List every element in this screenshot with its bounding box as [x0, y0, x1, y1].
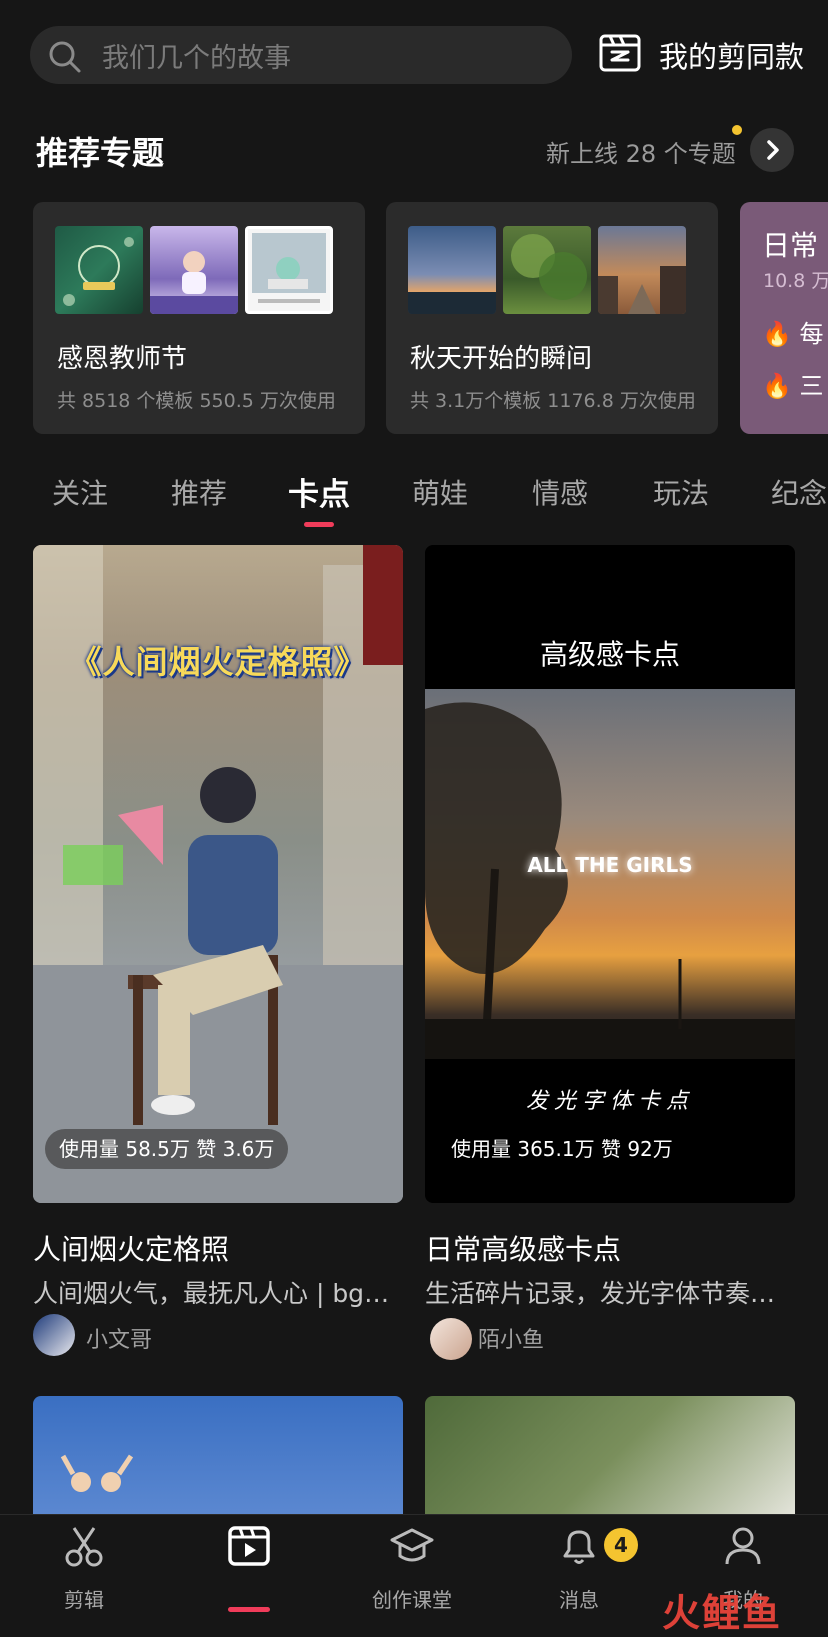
tab-kids[interactable]: 萌娃	[412, 472, 468, 512]
topic-card[interactable]: 感恩教师节 共 8518 个模板 550.5 万次使用	[33, 202, 365, 434]
usage-stats: 使用量 58.5万 赞 3.6万	[45, 1129, 289, 1169]
template-description: 人间烟火气，最抚凡人心 | bgm...	[33, 1279, 403, 1308]
hot-row: 🔥 三	[762, 366, 824, 401]
nav-label: 消息	[559, 1588, 599, 1612]
author-name[interactable]: 陌小鱼	[478, 1322, 544, 1354]
usage-stats: 使用量 365.1万 赞 92万	[451, 1137, 673, 1161]
preview-header-text: 高级感卡点	[539, 638, 680, 671]
topic-stats: 共 8518 个模板 550.5 万次使用	[57, 390, 336, 412]
hot-row-text: 三	[799, 372, 824, 400]
topic-stats: 10.8 万	[763, 270, 828, 292]
tab-emotion[interactable]: 情感	[532, 472, 588, 512]
nav-item-templates[interactable]	[227, 1524, 271, 1572]
avatar[interactable]	[430, 1318, 472, 1360]
tab-follow[interactable]: 关注	[52, 472, 108, 512]
search-input[interactable]: 我们几个的故事	[102, 36, 291, 75]
template-preview[interactable]	[425, 1396, 795, 1526]
topic-thumbnail	[408, 226, 496, 314]
watermark-logo: 火鲤鱼	[662, 1591, 783, 1635]
my-templates-button[interactable]: 我的剪同款	[659, 34, 804, 76]
scissors-icon	[65, 1527, 103, 1567]
topic-thumbnail	[503, 226, 591, 314]
section-title: 推荐专题	[36, 134, 165, 172]
search-icon	[49, 41, 81, 73]
active-tab-indicator	[304, 522, 334, 527]
topic-name: 感恩教师节	[57, 344, 188, 374]
nav-item-edit[interactable]	[62, 1524, 106, 1572]
template-play-icon	[228, 1526, 270, 1566]
fire-icon: 🔥	[762, 320, 792, 348]
hot-row-text: 每	[799, 320, 824, 348]
clapperboard-icon[interactable]	[598, 30, 642, 74]
fire-icon: 🔥	[762, 372, 792, 400]
tab-gameplay[interactable]: 玩法	[653, 472, 709, 512]
nav-label: 创作课堂	[372, 1588, 452, 1612]
preview-footer-text: 发光字体卡点	[525, 1089, 694, 1114]
topic-name: 秋天开始的瞬间	[410, 344, 593, 374]
tab-memorial[interactable]: 纪念	[771, 472, 827, 512]
topic-thumbnail	[150, 226, 238, 314]
person-icon	[725, 1527, 761, 1565]
new-dot	[732, 125, 742, 135]
template-preview[interactable]: 《人间烟火定格照》 使用量 58.5万 赞 3.6万	[33, 545, 403, 1203]
tab-beat[interactable]: 卡点	[288, 469, 350, 514]
topic-thumbnail	[245, 226, 333, 314]
topic-stats: 共 3.1万个模板 1176.8 万次使用	[410, 390, 696, 412]
nav-item-messages[interactable]	[557, 1524, 601, 1572]
preview-overlay-title: 《人间烟火定格照》	[69, 643, 367, 681]
hot-row: 🔥 每	[762, 314, 824, 349]
template-title[interactable]: 人间烟火定格照	[33, 1228, 229, 1268]
template-title[interactable]: 日常高级感卡点	[425, 1228, 621, 1268]
topic-card[interactable]: 秋天开始的瞬间 共 3.1万个模板 1176.8 万次使用	[386, 202, 718, 434]
notification-badge: 4	[604, 1528, 638, 1562]
chevron-right-icon	[767, 140, 779, 160]
template-preview[interactable]	[33, 1396, 403, 1526]
more-topics-button[interactable]	[750, 128, 794, 172]
template-description: 生活碎片记录，发光字体节奏感...	[425, 1279, 795, 1308]
nav-label: 剪辑	[64, 1588, 104, 1612]
new-topics-link[interactable]: 新上线 28 个专题	[546, 134, 736, 169]
active-nav-indicator	[228, 1607, 270, 1612]
preview-glow-text: ALL THE GIRLS	[527, 853, 693, 877]
template-preview[interactable]: 高级感卡点 ALL THE GIRLS 发光字体卡点 使用量 365.1万 赞 …	[425, 545, 795, 1203]
topic-thumbnail	[598, 226, 686, 314]
author-name[interactable]: 小文哥	[86, 1322, 152, 1354]
avatar[interactable]	[33, 1314, 75, 1356]
nav-item-academy[interactable]	[390, 1524, 434, 1572]
tab-recommend[interactable]: 推荐	[171, 472, 227, 512]
nav-item-profile[interactable]	[721, 1524, 765, 1572]
graduation-cap-icon	[390, 1528, 434, 1562]
topic-thumbnail	[55, 226, 143, 314]
topic-name: 日常	[762, 229, 819, 262]
bell-icon	[563, 1530, 595, 1564]
